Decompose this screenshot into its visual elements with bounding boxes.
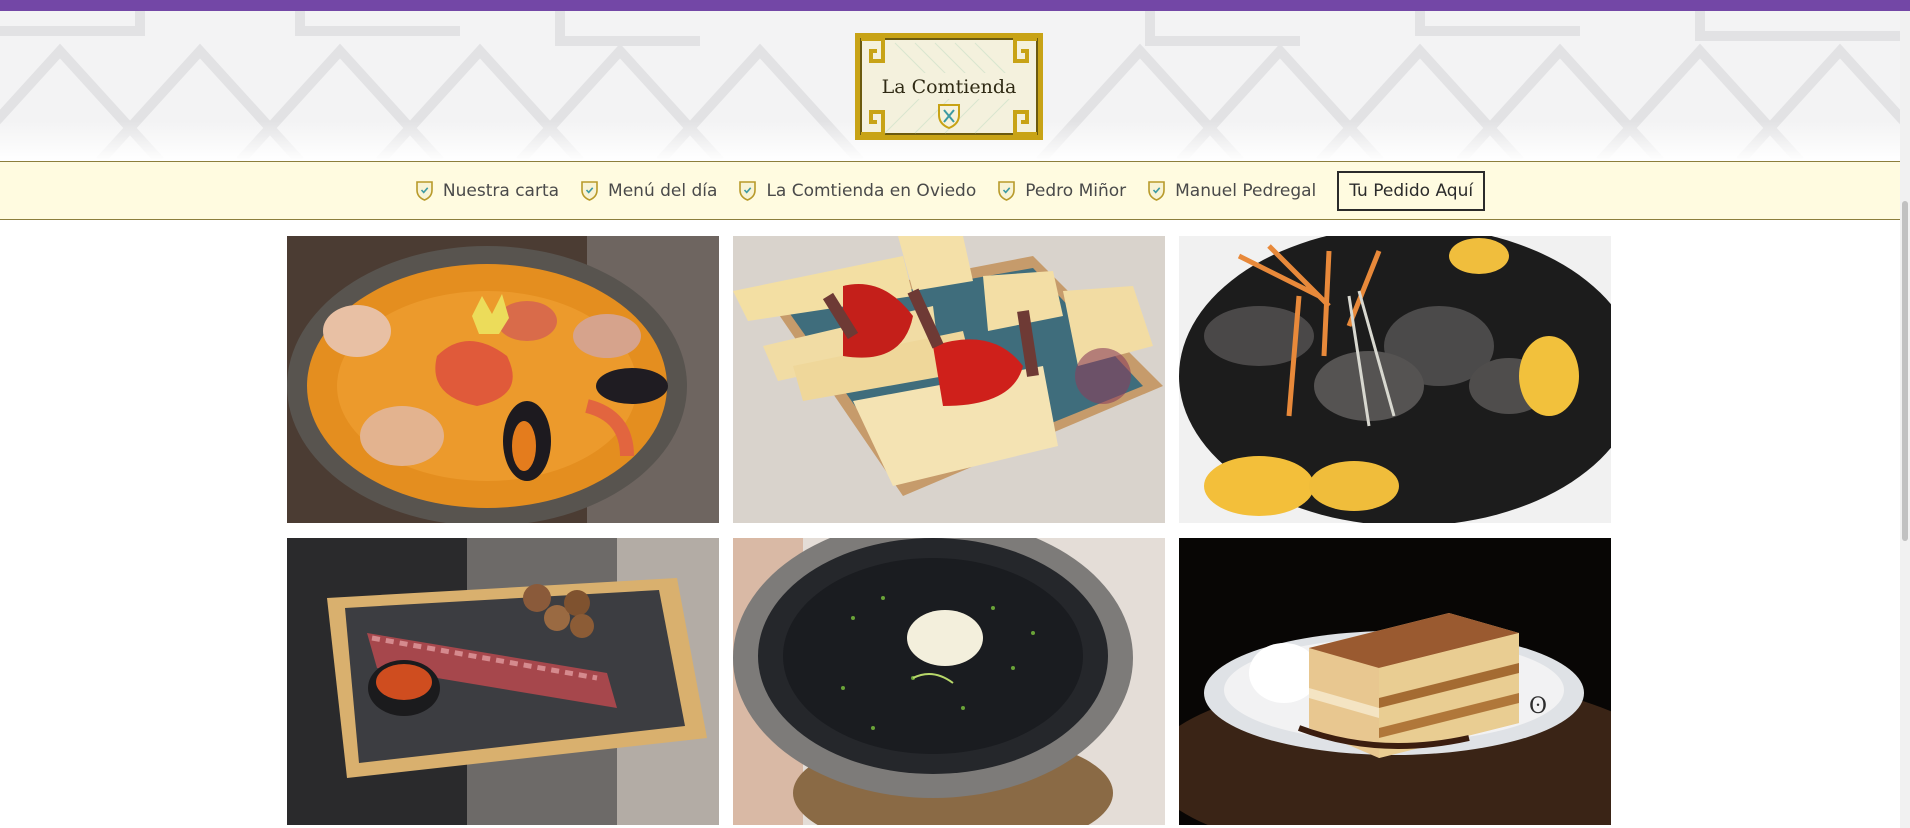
nav-item-label: La Comtienda en Oviedo <box>766 180 977 201</box>
shield-icon <box>416 181 433 201</box>
main-nav-bar: Nuestra carta Menú del día La Comtienda … <box>0 161 1900 220</box>
gallery-photo-steak[interactable] <box>287 538 719 825</box>
nav-item-label: Pedro Miñor <box>1025 180 1127 201</box>
site-header: La Comtienda <box>0 11 1900 161</box>
gallery-photo-tiramisu[interactable]: ʘ <box>1179 538 1611 825</box>
nav-item-label: Nuestra carta <box>442 180 560 201</box>
nav-item-label: Manuel Pedregal <box>1175 180 1317 201</box>
nav-item-nuestra-carta[interactable]: Nuestra carta <box>415 180 559 201</box>
gallery-photo-black-rice[interactable] <box>733 538 1165 825</box>
order-here-button[interactable]: Tu Pedido Aquí <box>1337 170 1486 211</box>
nav-item-label: Menú del día <box>608 180 718 201</box>
gallery-photo-cheese-anchovy[interactable] <box>733 236 1165 523</box>
main-nav: Nuestra carta Menú del día La Comtienda … <box>0 162 1900 219</box>
site-logo[interactable]: La Comtienda <box>855 33 1043 140</box>
svg-text:ʘ: ʘ <box>1529 694 1547 719</box>
nav-item-manuel-pedregal[interactable]: Manuel Pedregal <box>1147 180 1316 201</box>
shield-icon <box>581 181 598 201</box>
nav-item-pedro-minor[interactable]: Pedro Miñor <box>997 180 1126 201</box>
nav-item-menu-del-dia[interactable]: Menú del día <box>580 180 717 201</box>
shield-icon <box>739 181 757 201</box>
shield-icon <box>1148 181 1165 201</box>
gallery-photo-seafood-paella[interactable] <box>287 236 719 523</box>
gallery-photo-squid-ink[interactable] <box>1179 236 1611 523</box>
logo-wordmark: La Comtienda <box>882 76 1017 98</box>
page-scrollbar[interactable] <box>1900 11 1910 828</box>
nav-item-oviedo[interactable]: La Comtienda en Oviedo <box>738 180 976 201</box>
top-accent-bar <box>0 0 1910 11</box>
shield-icon <box>998 181 1016 201</box>
scrollbar-thumb[interactable] <box>1902 201 1908 541</box>
